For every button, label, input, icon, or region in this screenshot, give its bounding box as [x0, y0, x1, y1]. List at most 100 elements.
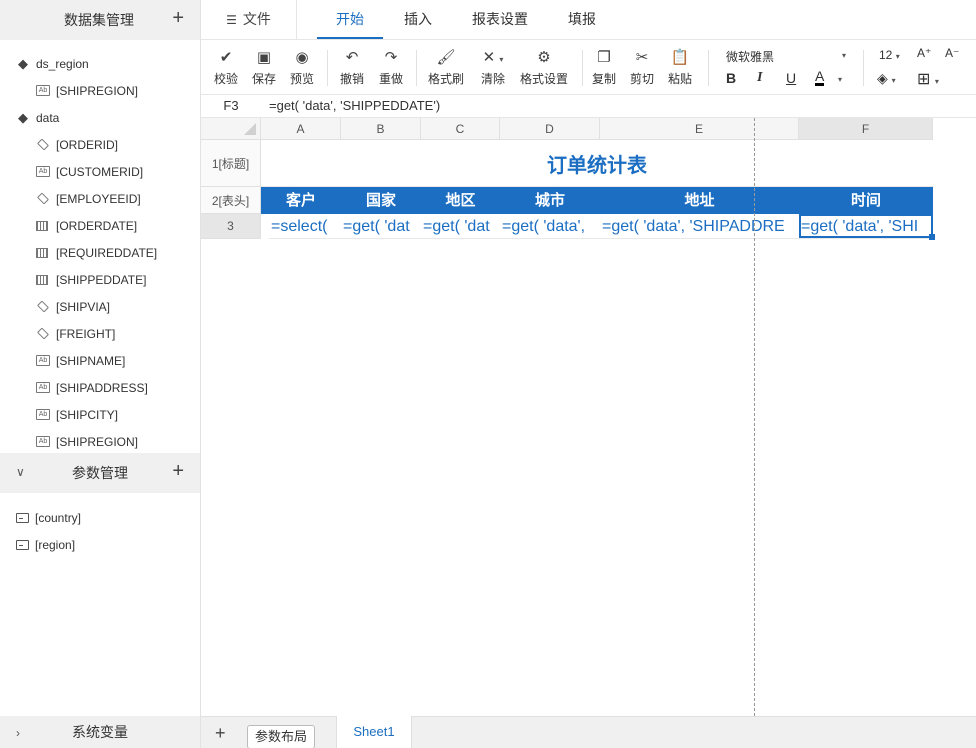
header-cell-country[interactable]: 国家: [341, 187, 421, 214]
sheet-tab[interactable]: Sheet1: [336, 716, 412, 748]
header-cell-city[interactable]: 城市: [500, 187, 600, 214]
underline-button[interactable]: U: [786, 70, 796, 86]
font-family-select[interactable]: 微软雅黑 ▾: [726, 48, 846, 65]
select-all-corner[interactable]: [201, 118, 261, 140]
font-color-button[interactable]: A: [815, 69, 825, 86]
field-item[interactable]: [SHIPPEDDATE]: [36, 266, 146, 293]
add-sheet-button[interactable]: +: [215, 723, 226, 744]
header-cell-time[interactable]: 时间: [799, 187, 933, 214]
param-layout-button[interactable]: 参数布局: [247, 725, 316, 748]
page-break-line: [754, 118, 755, 716]
tab-fill[interactable]: 填报: [568, 0, 596, 39]
field-item[interactable]: Ab [SHIPCITY]: [36, 401, 118, 428]
sys-var-panel-title: 系统变量: [72, 724, 128, 740]
column-header-f[interactable]: F: [799, 118, 933, 140]
field-item[interactable]: [FREIGHT]: [36, 320, 115, 347]
text-field-icon: Ab: [36, 85, 50, 96]
row-header-1[interactable]: 1[标题]: [201, 140, 261, 187]
add-param-button[interactable]: +: [172, 461, 184, 481]
field-item[interactable]: Ab [CUSTOMERID]: [36, 158, 143, 185]
format-settings-button[interactable]: ⚙ 格式设置: [519, 48, 569, 87]
field-item[interactable]: [ORDERID]: [36, 131, 118, 158]
decrease-font-button[interactable]: A⁻: [945, 46, 959, 60]
dataset-name: data: [36, 110, 60, 125]
text-field-icon: Ab: [36, 355, 50, 366]
cut-button[interactable]: ✂ 剪切: [624, 48, 660, 87]
row-header-2[interactable]: 2[表头]: [201, 187, 261, 214]
dataset-panel-header[interactable]: 数据集管理 +: [0, 0, 200, 40]
font-size-select[interactable]: 12 ▾: [879, 48, 900, 62]
field-item[interactable]: Ab [SHIPADDRESS]: [36, 374, 148, 401]
scissors-icon: ✂: [635, 49, 649, 66]
dataset-item-ds-region[interactable]: ◆ ds_region: [16, 50, 89, 77]
tab-home[interactable]: 开始: [317, 0, 383, 39]
param-name: [region]: [35, 537, 76, 552]
field-item[interactable]: Ab [SHIPNAME]: [36, 347, 125, 374]
redo-button[interactable]: ↷ 重做: [373, 48, 409, 87]
cell-reference[interactable]: F3: [201, 95, 261, 117]
chevron-down-icon[interactable]: ∨: [16, 465, 25, 479]
bold-button[interactable]: B: [726, 70, 736, 86]
toolbar-divider: [708, 50, 709, 86]
field-item[interactable]: [REQUIREDDATE]: [36, 239, 157, 266]
header-cell-customer[interactable]: 客户: [261, 187, 341, 214]
chevron-right-icon[interactable]: ›: [16, 726, 20, 740]
tab-insert[interactable]: 插入: [404, 0, 432, 39]
paste-button[interactable]: 📋 粘贴: [662, 48, 698, 87]
date-field-icon: [36, 274, 48, 285]
data-cell-d3[interactable]: =get( 'data',: [500, 214, 600, 239]
italic-button[interactable]: I: [757, 70, 762, 86]
field-item[interactable]: Ab [SHIPREGION]: [36, 428, 138, 455]
add-dataset-button[interactable]: +: [172, 8, 184, 28]
formula-input[interactable]: =get( 'data', 'SHIPPEDDATE'): [269, 95, 440, 117]
field-item[interactable]: [ORDERDATE]: [36, 212, 137, 239]
font-size-value: 12: [879, 48, 893, 62]
data-cell-c3[interactable]: =get( 'dat: [421, 214, 500, 239]
undo-button[interactable]: ↶ 撤销: [334, 48, 370, 87]
validate-button[interactable]: ✔ 校验: [208, 48, 244, 87]
chevron-down-icon: ▾: [841, 51, 846, 60]
header-cell-region[interactable]: 地区: [421, 187, 500, 214]
preview-button[interactable]: ◉ 预览: [284, 48, 320, 87]
chevron-down-icon[interactable]: ▾: [838, 75, 842, 84]
column-header-e[interactable]: E: [600, 118, 799, 140]
column-header-d[interactable]: D: [500, 118, 600, 140]
row-header-3[interactable]: 3: [201, 214, 261, 239]
param-item-country[interactable]: [country]: [16, 504, 81, 531]
data-cell-a3[interactable]: =select(: [269, 214, 341, 239]
tab-report-settings[interactable]: 报表设置: [472, 0, 528, 39]
toolbar-divider: [327, 50, 328, 86]
format-painter-button[interactable]: 🖌 格式刷: [426, 48, 466, 87]
border-icon[interactable]: ⊞ ▾: [917, 69, 939, 89]
field-item[interactable]: [EMPLOYEEID]: [36, 185, 141, 212]
toolbar-divider: [582, 50, 583, 86]
field-item[interactable]: Ab [SHIPREGION]: [36, 77, 138, 104]
spreadsheet-grid[interactable]: A B C D E F 1[标题] 2[表头] 3 订单统计表 客户 国家 地区…: [201, 118, 976, 716]
header-cell-address[interactable]: 地址: [600, 187, 799, 214]
param-item-region[interactable]: [region]: [16, 531, 75, 558]
number-field-icon: [36, 300, 50, 313]
param-panel-header[interactable]: ∨ 参数管理 +: [0, 453, 200, 493]
number-field-icon: [36, 327, 50, 340]
sys-var-panel-header[interactable]: › 系统变量: [0, 716, 200, 748]
clear-button[interactable]: ✕ ▾ 清除: [473, 48, 513, 87]
copy-button[interactable]: ❐ 复制: [586, 48, 622, 87]
fill-color-icon[interactable]: ◈ ▾: [877, 70, 896, 87]
fill-handle[interactable]: [929, 234, 935, 240]
text-field-icon: Ab: [36, 436, 50, 447]
save-button[interactable]: ▣ 保存: [246, 48, 282, 87]
column-header-a[interactable]: A: [261, 118, 341, 140]
toolbar-divider: [416, 50, 417, 86]
data-cell-b3[interactable]: =get( 'dat: [341, 214, 421, 239]
field-item[interactable]: [SHIPVIA]: [36, 293, 110, 320]
field-name: [EMPLOYEEID]: [56, 191, 141, 206]
dataset-item-data[interactable]: ◆ data: [16, 104, 59, 131]
column-header-c[interactable]: C: [421, 118, 500, 140]
param-icon: [16, 512, 29, 523]
param-name: [country]: [35, 510, 82, 525]
data-cell-e3[interactable]: =get( 'data', 'SHIPADDRE: [600, 214, 799, 239]
column-header-b[interactable]: B: [341, 118, 421, 140]
tab-file[interactable]: ☰ 文件: [201, 0, 297, 39]
report-title-cell[interactable]: 订单统计表: [261, 140, 933, 187]
increase-font-button[interactable]: A⁺: [917, 46, 931, 60]
